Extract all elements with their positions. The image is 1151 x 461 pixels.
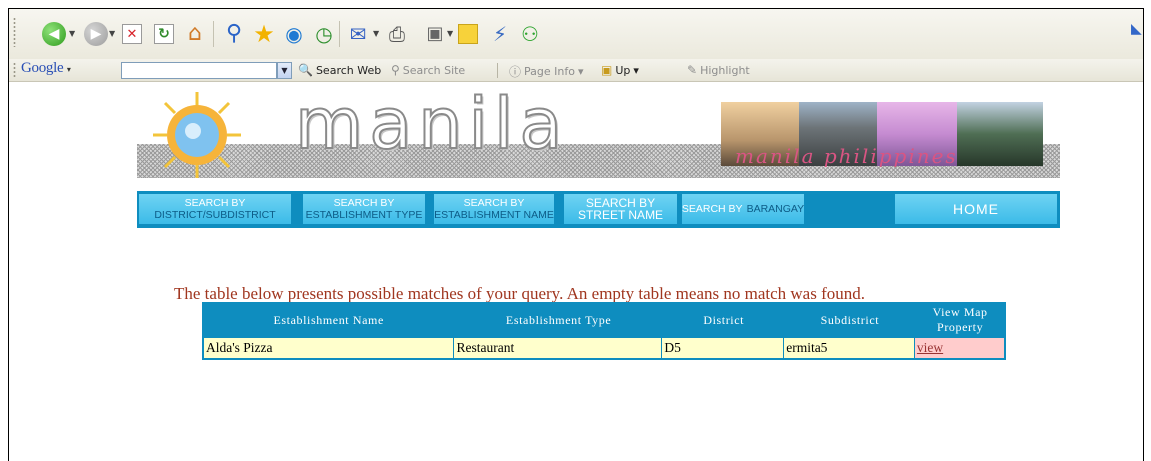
home-icon[interactable]: ⌂ xyxy=(182,21,208,47)
nav-line2: DISTRICT/SUBDISTRICT xyxy=(154,209,276,221)
nav-line2: ESTABLISHMENT TYPE xyxy=(305,209,423,221)
highlight-button[interactable]: ✎ Highlight xyxy=(687,63,750,77)
search-web-button[interactable]: 🔍 Search Web xyxy=(298,63,381,77)
google-search-input[interactable] xyxy=(121,62,277,79)
media-icon[interactable]: ◉ xyxy=(281,21,307,47)
establishment-name-cell: Alda's Pizza xyxy=(204,338,454,358)
browser-toolbar: ◀ ▼ ▶ ▼ ✕ ↻ ⌂ ⚲ ★ ◉ ◷ ✉ ▼ ⎙ ▣ ▼ ⚡ ⚇ ◣ xyxy=(9,9,1143,59)
page-info-button[interactable]: ⓘ Page Info ▾ xyxy=(509,63,584,80)
table-header-row: Establishment Name Establishment Type Di… xyxy=(203,303,1005,337)
chevron-down-icon: ▾ xyxy=(633,63,639,77)
chevron-down-icon: ▾ xyxy=(66,65,71,74)
site-logo-text: manila xyxy=(294,83,569,165)
folder-up-icon: ▣ xyxy=(601,63,613,77)
search-icon[interactable]: ⚲ xyxy=(221,21,247,47)
nav-line1: SEARCH BY xyxy=(681,203,743,215)
favorites-icon[interactable]: ★ xyxy=(251,21,277,47)
column-header: District xyxy=(703,312,745,327)
view-map-cell: view xyxy=(914,338,1005,358)
google-search-dropdown-button[interactable]: ▼ xyxy=(277,62,292,79)
search-site-button[interactable]: ⚲ Search Site xyxy=(391,63,465,77)
sun-logo-icon xyxy=(153,92,241,178)
search-by-establishment-type-button[interactable]: SEARCH BY ESTABLISHMENT TYPE xyxy=(303,194,425,224)
plugin-icon[interactable]: ⚡ xyxy=(487,21,513,47)
browser-window: ◀ ▼ ▶ ▼ ✕ ↻ ⌂ ⚲ ★ ◉ ◷ ✉ ▼ ⎙ ▣ ▼ ⚡ ⚇ ◣ Go… xyxy=(8,8,1144,461)
search-by-barangay-button[interactable]: SEARCH BY BARANGAY xyxy=(682,194,804,224)
messenger-icon[interactable]: ⚇ xyxy=(517,21,543,47)
back-dropdown-icon[interactable]: ▼ xyxy=(69,29,75,38)
nav-line1: SEARCH BY xyxy=(333,197,395,209)
view-map-link[interactable]: view xyxy=(917,340,943,355)
establishment-type-cell: Restaurant xyxy=(454,338,662,358)
print-icon[interactable]: ⎙ xyxy=(384,21,410,47)
up-button[interactable]: ▣ Up ▾ xyxy=(601,63,639,77)
stop-icon[interactable]: ✕ xyxy=(119,21,145,47)
mail-dropdown-icon[interactable]: ▼ xyxy=(373,29,379,38)
column-header: Establishment Name xyxy=(273,312,384,327)
history-icon[interactable]: ◷ xyxy=(311,21,337,47)
highlighter-icon: ✎ xyxy=(687,63,698,77)
banner-photo xyxy=(957,102,1043,166)
column-header: Establishment Type xyxy=(505,312,612,327)
nav-line1: SEARCH BY xyxy=(184,197,246,209)
toolbar-separator xyxy=(213,21,214,47)
highlight-label: Highlight xyxy=(700,63,750,77)
district-cell: D5 xyxy=(662,338,784,358)
throbber-icon: ◣ xyxy=(1131,21,1142,37)
toolbar-grip[interactable] xyxy=(13,62,16,78)
forward-icon[interactable]: ▶ xyxy=(83,21,109,47)
search-navbar: SEARCH BY DISTRICT/SUBDISTRICT SEARCH BY… xyxy=(137,191,1060,228)
page-info-label: Page Info xyxy=(524,65,575,78)
note-icon[interactable] xyxy=(455,21,481,47)
edit-dropdown-icon[interactable]: ▼ xyxy=(447,29,453,38)
toolbar-separator xyxy=(339,21,340,47)
results-caption: The table below presents possible matche… xyxy=(174,284,865,303)
google-logo: Google xyxy=(21,60,64,76)
results-table: Establishment Name Establishment Type Di… xyxy=(202,302,1006,360)
banner-tagline: manila philippines xyxy=(735,144,958,168)
nav-line1: SEARCH BY xyxy=(463,197,525,209)
nav-line2: ESTABLISHMENT NAME xyxy=(434,209,554,221)
refresh-icon[interactable]: ↻ xyxy=(151,21,177,47)
table-row: Alda's Pizza Restaurant D5 ermita5 view xyxy=(203,337,1005,359)
toolbar-grip[interactable] xyxy=(13,17,16,47)
edit-icon[interactable]: ▣ xyxy=(422,21,448,47)
search-site-label: Search Site xyxy=(402,63,466,77)
home-label: HOME xyxy=(953,201,999,217)
google-toolbar: Google ▾ ▼ 🔍 Search Web ⚲ Search Site ⓘ … xyxy=(9,59,1143,82)
google-menu-button[interactable]: Google ▾ xyxy=(21,60,71,77)
search-web-label: Search Web xyxy=(315,63,382,77)
subdistrict-cell: ermita5 xyxy=(784,338,914,358)
nav-line2: BARANGAY xyxy=(746,203,805,215)
info-icon: ⓘ xyxy=(509,65,522,79)
toolbar-separator xyxy=(497,63,498,78)
chevron-down-icon: ▾ xyxy=(577,65,584,78)
forward-dropdown-icon[interactable]: ▼ xyxy=(109,29,115,38)
column-header: View Map Property xyxy=(932,305,988,334)
home-button[interactable]: HOME xyxy=(895,194,1057,224)
mail-icon[interactable]: ✉ xyxy=(345,21,371,47)
search-by-district-button[interactable]: SEARCH BY DISTRICT/SUBDISTRICT xyxy=(139,194,291,224)
column-header: Subdistrict xyxy=(820,312,880,327)
back-icon[interactable]: ◀ xyxy=(41,21,67,47)
search-site-icon: ⚲ xyxy=(391,63,400,77)
binoculars-icon: 🔍 xyxy=(298,63,313,77)
search-by-street-name-button[interactable]: SEARCH BY STREET NAME xyxy=(564,194,677,224)
nav-line2: STREET NAME xyxy=(577,208,664,222)
site-banner: manila manila philippines xyxy=(137,83,1060,180)
search-by-establishment-name-button[interactable]: SEARCH BY ESTABLISHMENT NAME xyxy=(434,194,554,224)
up-label: Up xyxy=(615,63,631,77)
